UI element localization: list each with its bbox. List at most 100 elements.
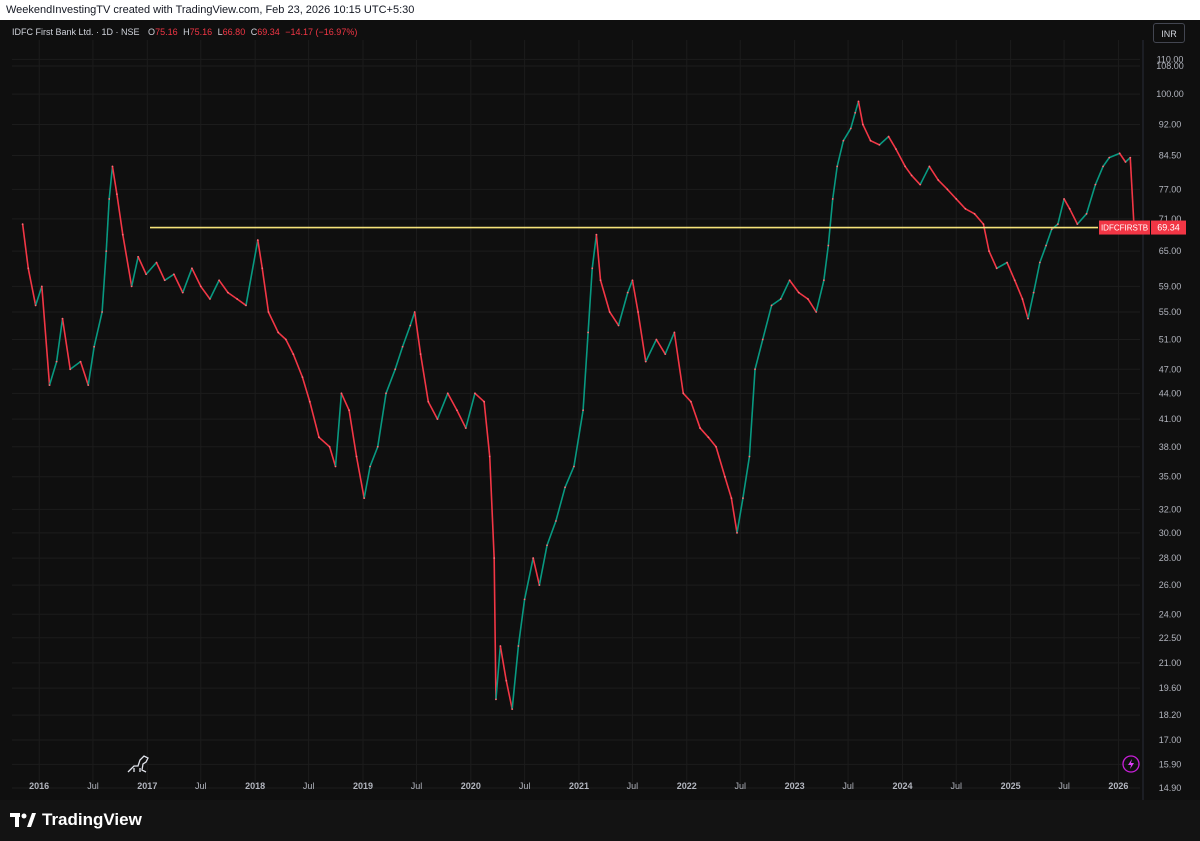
price-point <box>608 311 611 313</box>
ticker-tag-label: IDFCFIRSTB <box>1101 224 1148 233</box>
price-segment <box>617 292 629 326</box>
price-point <box>587 331 590 334</box>
price-point <box>827 244 830 247</box>
price-point <box>105 250 108 253</box>
price-point <box>446 392 449 395</box>
currency-button[interactable]: INR <box>1153 23 1185 43</box>
price-point <box>48 384 51 387</box>
price-segment <box>904 165 913 176</box>
price-segment <box>236 298 247 307</box>
price-segment <box>413 311 422 355</box>
price-segment <box>1032 262 1041 293</box>
ohlc-legend: IDFC First Bank Ltd. · 1D · NSE O75.16 H… <box>12 27 357 37</box>
price-segment <box>965 208 975 215</box>
price-point <box>836 165 839 168</box>
price-segment <box>599 280 611 313</box>
price-point <box>928 165 931 168</box>
price-point <box>427 400 430 403</box>
price-point <box>742 497 744 500</box>
price-segment <box>328 446 337 467</box>
price-segment <box>742 456 751 499</box>
price-segment <box>257 239 264 269</box>
price-point <box>401 345 404 348</box>
price-segment <box>385 369 396 394</box>
price-point <box>887 135 890 138</box>
price-point <box>532 557 535 559</box>
price-point <box>538 584 541 586</box>
price-segment <box>505 680 513 710</box>
price-point <box>130 285 133 288</box>
price-segment <box>495 645 502 700</box>
price-chart[interactable]: 110.00108.00100.0092.0084.5077.0071.0065… <box>0 0 1200 800</box>
price-segment <box>538 545 548 586</box>
price-segment <box>645 339 658 362</box>
price-point <box>770 304 773 307</box>
price-segment <box>130 256 139 287</box>
open-value: 75.16 <box>155 27 178 37</box>
price-point <box>1027 317 1029 320</box>
price-segment <box>394 346 404 370</box>
y-tick-label: 41.00 <box>1159 414 1182 424</box>
price-segment <box>798 291 809 300</box>
y-tick-label: 84.50 <box>1159 150 1182 160</box>
price-segment <box>842 128 852 142</box>
price-tag-label: 69.34 <box>1157 223 1180 233</box>
price-segment <box>699 427 709 438</box>
price-point <box>27 267 30 270</box>
price-point <box>1094 183 1097 186</box>
price-segment <box>419 353 430 402</box>
price-point <box>682 392 685 395</box>
price-point <box>236 298 239 300</box>
price-segment <box>1051 223 1059 230</box>
price-point <box>409 324 412 327</box>
high-value: 75.16 <box>189 27 213 37</box>
price-point <box>1129 156 1132 159</box>
price-point <box>591 267 594 270</box>
price-point <box>523 598 526 601</box>
price-segment <box>427 401 439 420</box>
price-segment <box>474 392 485 403</box>
price-segment <box>1129 157 1135 228</box>
tradingview-logo[interactable]: TradingView <box>10 810 142 830</box>
price-point <box>363 497 366 500</box>
x-tick-label: Jul <box>411 781 423 791</box>
price-point <box>815 311 818 313</box>
price-point <box>690 400 692 403</box>
price-segment <box>277 331 287 341</box>
price-point <box>464 427 467 429</box>
price-segment <box>1013 279 1024 300</box>
price-segment <box>493 558 497 700</box>
price-point <box>163 279 166 282</box>
price-segment <box>754 339 764 370</box>
y-tick-label: 18.20 <box>1159 710 1182 720</box>
x-tick-label: Jul <box>627 781 639 791</box>
price-segment <box>245 239 259 306</box>
x-tick-label: 2025 <box>1001 781 1021 791</box>
price-segment <box>488 456 495 559</box>
y-tick-label: 30.00 <box>1159 528 1182 538</box>
price-segment <box>887 136 897 150</box>
y-tick-label: 44.00 <box>1159 388 1182 398</box>
price-segment <box>436 393 449 420</box>
price-point <box>334 465 337 468</box>
price-segment <box>1027 292 1035 319</box>
price-point <box>376 445 379 448</box>
price-segment <box>1063 198 1071 210</box>
price-point <box>707 436 710 439</box>
price-point <box>857 100 860 103</box>
price-segment <box>919 166 931 186</box>
y-tick-label: 108.00 <box>1156 61 1184 71</box>
price-point <box>318 436 320 439</box>
price-segment <box>285 339 294 355</box>
price-segment <box>849 112 856 129</box>
price-segment <box>831 166 838 200</box>
price-point <box>715 445 717 448</box>
price-segment <box>227 291 238 300</box>
price-segment <box>79 361 89 386</box>
price-point <box>988 250 990 253</box>
price-segment <box>807 298 817 313</box>
price-segment <box>334 393 343 467</box>
y-tick-label: 65.00 <box>1159 246 1182 256</box>
price-point <box>1108 156 1111 159</box>
price-point <box>284 338 287 341</box>
